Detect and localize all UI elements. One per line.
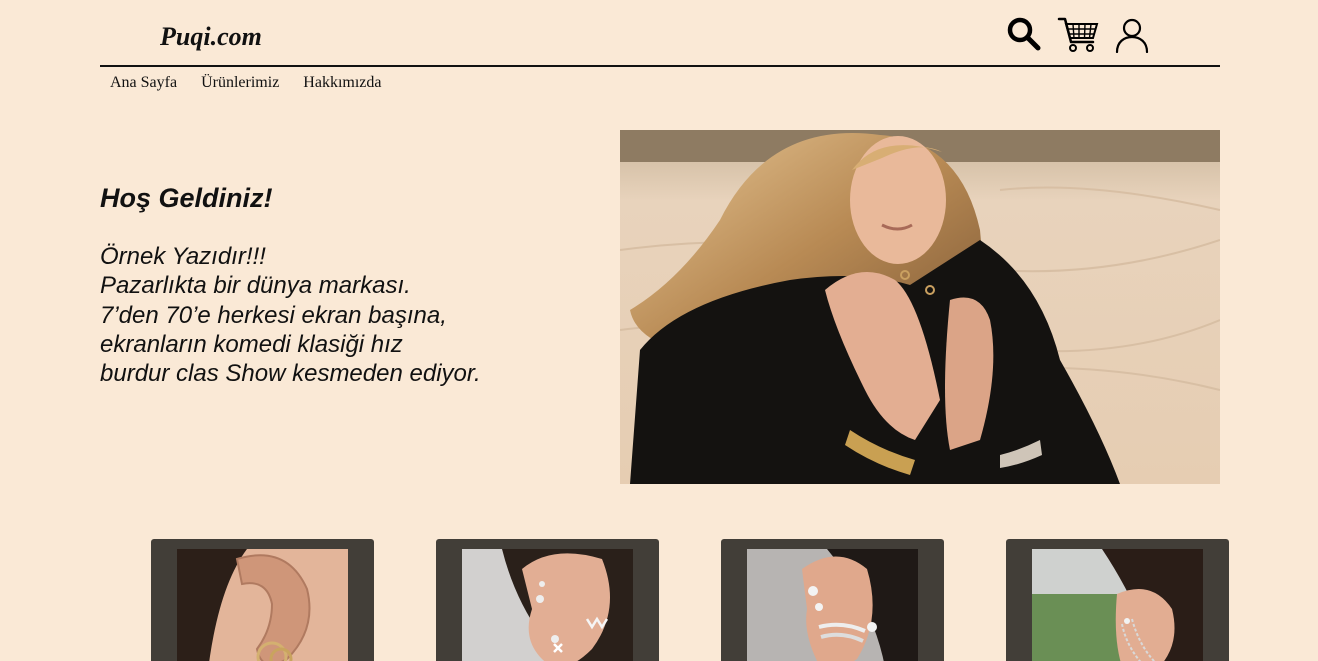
product-card[interactable] xyxy=(151,539,374,661)
nav-item-about[interactable]: Hakkımızda xyxy=(303,74,381,92)
main-nav: Ana Sayfa Ürünlerimiz Hakkımızda xyxy=(110,74,406,92)
hero-line: Örnek Yazıdır!!! xyxy=(100,243,266,270)
product-card[interactable] xyxy=(436,539,659,661)
hero-line: 7’den 70’e herkesi ekran başına, xyxy=(100,301,447,329)
nav-item-products[interactable]: Ürünlerimiz xyxy=(201,74,279,92)
product-image xyxy=(462,549,633,661)
hero-line: burdur clas Show kesmeden ediyor. xyxy=(100,360,481,388)
hero-title: Hoş Geldiniz! xyxy=(100,183,273,213)
hero-image xyxy=(620,130,1220,484)
product-card[interactable] xyxy=(721,539,944,661)
product-image xyxy=(1032,549,1203,661)
product-card[interactable] xyxy=(1006,539,1229,661)
site-header: Puqi.com xyxy=(100,0,1220,67)
nav-item-home[interactable]: Ana Sayfa xyxy=(110,74,177,92)
cart-icon[interactable] xyxy=(1057,14,1099,54)
hero-text: Hoş Geldiniz! Örnek Yazıdır!!! Pazarlıkt… xyxy=(100,183,580,388)
site-logo[interactable]: Puqi.com xyxy=(160,22,262,52)
user-icon[interactable] xyxy=(1114,15,1150,53)
product-image xyxy=(747,549,918,661)
search-icon[interactable] xyxy=(1006,16,1042,52)
hero-line: ekranların komedi klasiği hız xyxy=(100,330,403,358)
header-icons xyxy=(1006,14,1165,54)
product-image xyxy=(177,549,348,661)
hero-line: Pazarlıkta bir dünya markası. xyxy=(100,272,411,300)
